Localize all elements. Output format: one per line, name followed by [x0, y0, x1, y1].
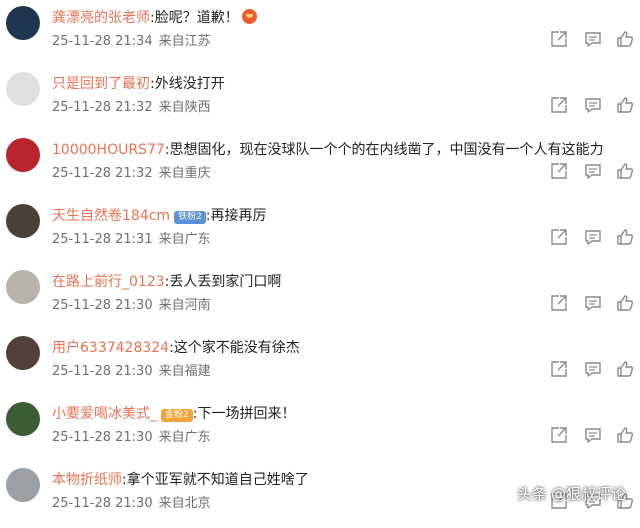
location: 来自江苏 [158, 34, 211, 49]
share-icon[interactable] [550, 294, 570, 314]
comment-icon[interactable] [584, 162, 604, 182]
comment-text: 脸呢？道歉！ [154, 10, 239, 26]
fan-badge: 铁粉2 [174, 211, 206, 224]
comment-actions [550, 30, 636, 50]
timestamp: 25-11-28 21:32 [52, 100, 153, 115]
share-icon[interactable] [550, 30, 570, 50]
comment-actions [550, 228, 636, 248]
username-link[interactable]: 龚漂亮的张老师 [52, 10, 150, 26]
comment-icon[interactable] [584, 426, 604, 446]
username-link[interactable]: 用户6337428324 [52, 340, 169, 356]
comment-text: 这个家不能没有徐杰 [173, 340, 300, 356]
comment-meta: 25-11-28 21:32 来自重庆 [52, 164, 211, 184]
comment-line: 小要爱喝冰美式_ 金粉2:下一场拼回来！ [52, 403, 632, 425]
location: 来自陕西 [158, 100, 211, 115]
comment-icon[interactable] [584, 228, 604, 248]
fan-badge: 金粉2 [161, 409, 193, 422]
location: 来自广东 [158, 232, 211, 247]
comment-actions [550, 294, 636, 314]
username-link[interactable]: 小要爱喝冰美式_ [52, 406, 157, 422]
like-icon[interactable] [616, 294, 636, 314]
like-icon[interactable] [616, 30, 636, 50]
avatar[interactable] [6, 6, 40, 40]
comment-item: 天生自然卷184cm 铁粉2:再接再厉 25-11-28 21:31 来自广东 [0, 198, 640, 264]
comment-text: 拿个亚军就不知道自己姓啥了 [126, 472, 309, 488]
watermark-prefix: 头条 [516, 485, 547, 503]
timestamp: 25-11-28 21:32 [52, 166, 153, 181]
comment-actions [550, 162, 636, 182]
comment-meta: 25-11-28 21:31 来自广东 [52, 230, 211, 250]
comment-line: 10000HOURS77:思想固化，现在没球队一个个的在内线凿了，中国没有一个人… [52, 139, 632, 161]
like-icon[interactable] [616, 162, 636, 182]
comment-icon[interactable] [584, 294, 604, 314]
comment-actions [550, 96, 636, 116]
comment-item: 龚漂亮的张老师:脸呢？道歉！ 25-11-28 21:34 来自江苏 [0, 0, 640, 66]
comment-icon[interactable] [584, 96, 604, 116]
comment-text: 丢人丢到家门口啊 [169, 274, 282, 290]
avatar[interactable] [6, 270, 40, 304]
comment-text: 思想固化，现在没球队一个个的在内线凿了，中国没有一个人有这能力 [169, 142, 604, 158]
avatar[interactable] [6, 72, 40, 106]
comment-icon[interactable] [584, 360, 604, 380]
comment-item: 只是回到了最初:外线没打开 25-11-28 21:32 来自陕西 [0, 66, 640, 132]
like-icon[interactable] [616, 228, 636, 248]
comment-meta: 25-11-28 21:30 来自福建 [52, 362, 211, 382]
share-icon[interactable] [550, 96, 570, 116]
timestamp: 25-11-28 21:30 [52, 430, 153, 445]
comment-meta: 25-11-28 21:30 来自北京 [52, 494, 211, 514]
username-link[interactable]: 在路上前行_0123 [52, 274, 165, 290]
avatar[interactable] [6, 204, 40, 238]
comment-text: 下一场拼回来！ [197, 406, 296, 422]
timestamp: 25-11-28 21:30 [52, 364, 153, 379]
share-icon[interactable] [550, 360, 570, 380]
like-icon[interactable] [616, 360, 636, 380]
comment-actions [550, 360, 636, 380]
comment-item: 在路上前行_0123:丢人丢到家门口啊 25-11-28 21:30 来自河南 [0, 264, 640, 330]
share-icon[interactable] [550, 426, 570, 446]
username-link[interactable]: 天生自然卷184cm [52, 208, 170, 224]
comment-line: 在路上前行_0123:丢人丢到家门口啊 [52, 271, 632, 293]
comment-item: 10000HOURS77:思想固化，现在没球队一个个的在内线凿了，中国没有一个人… [0, 132, 640, 198]
location: 来自福建 [158, 364, 211, 379]
comment-actions [550, 426, 636, 446]
comment-text: 外线没打开 [154, 76, 225, 92]
angry-face-icon [241, 9, 257, 24]
comment-feed: 龚漂亮的张老师:脸呢？道歉！ 25-11-28 21:34 来自江苏 只是回到了最… [0, 0, 640, 514]
timestamp: 25-11-28 21:30 [52, 496, 153, 511]
avatar[interactable] [6, 402, 40, 436]
comment-item: 小要爱喝冰美式_ 金粉2:下一场拼回来！ 25-11-28 21:30 来自广东 [0, 396, 640, 462]
comment-line: 只是回到了最初:外线没打开 [52, 73, 632, 95]
watermark: 头条 @狠叔评论 [517, 483, 626, 504]
username-link[interactable]: 只是回到了最初 [52, 76, 150, 92]
watermark-handle: @狠叔评论 [550, 485, 626, 503]
comment-icon[interactable] [584, 30, 604, 50]
like-icon[interactable] [616, 96, 636, 116]
share-icon[interactable] [550, 228, 570, 248]
timestamp: 25-11-28 21:34 [52, 34, 153, 49]
location: 来自广东 [158, 430, 211, 445]
comment-item: 用户6337428324:这个家不能没有徐杰 25-11-28 21:30 来自福… [0, 330, 640, 396]
timestamp: 25-11-28 21:30 [52, 298, 153, 313]
share-icon[interactable] [550, 162, 570, 182]
comment-line: 用户6337428324:这个家不能没有徐杰 [52, 337, 632, 359]
comment-meta: 25-11-28 21:32 来自陕西 [52, 98, 211, 118]
username-link[interactable]: 10000HOURS77 [52, 142, 165, 158]
location: 来自北京 [158, 496, 211, 511]
avatar[interactable] [6, 468, 40, 502]
username-link[interactable]: 本物折纸师 [52, 472, 122, 488]
location: 来自河南 [158, 298, 211, 313]
avatar[interactable] [6, 336, 40, 370]
comment-line: 天生自然卷184cm 铁粉2:再接再厉 [52, 205, 632, 227]
comment-meta: 25-11-28 21:34 来自江苏 [52, 32, 211, 52]
timestamp: 25-11-28 21:31 [52, 232, 153, 247]
comment-line: 龚漂亮的张老师:脸呢？道歉！ [52, 7, 632, 29]
avatar[interactable] [6, 138, 40, 172]
comment-meta: 25-11-28 21:30 来自河南 [52, 296, 211, 316]
comment-text: 再接再厉 [210, 208, 267, 224]
location: 来自重庆 [158, 166, 211, 181]
like-icon[interactable] [616, 426, 636, 446]
comment-meta: 25-11-28 21:30 来自广东 [52, 428, 211, 448]
